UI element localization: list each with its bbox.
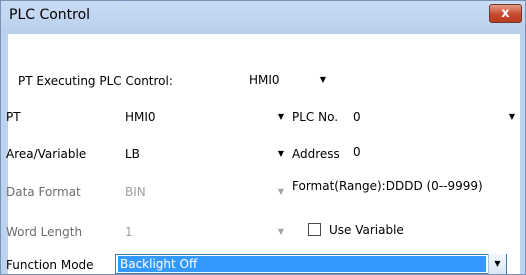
pt-combo[interactable]: HMI0 ▼	[117, 107, 289, 127]
close-button[interactable]: x	[489, 4, 522, 23]
pt-executing-label: PT Executing PLC Control:	[18, 74, 173, 88]
use-variable-checkbox[interactable]	[308, 223, 321, 236]
pt-label: PT	[6, 110, 21, 124]
data-format-value: BIN	[125, 185, 146, 199]
word-length-combo: 1 ▼	[117, 222, 289, 242]
chevron-down-icon: ▼	[277, 187, 285, 196]
pt-executing-combo[interactable]: HMI0 ▼	[245, 70, 335, 90]
data-format-label: Data Format	[6, 185, 81, 199]
chevron-down-icon: ▼	[277, 112, 285, 121]
dialog-title: PLC Control	[9, 7, 91, 23]
data-format-combo: BIN ▼	[117, 182, 289, 202]
chevron-down-icon: ▼	[277, 227, 285, 236]
chevron-down-icon: ▼	[277, 149, 285, 158]
area-variable-value: LB	[125, 147, 140, 161]
function-mode-combo[interactable]: Backlight Off ▼	[115, 254, 507, 274]
area-variable-combo[interactable]: LB ▼	[117, 144, 289, 164]
plc-control-dialog: PLC Control x PT Executing PLC Control: …	[0, 0, 526, 275]
address-label: Address	[292, 147, 340, 161]
pt-value: HMI0	[125, 110, 156, 124]
plc-no-label: PLC No.	[292, 110, 339, 124]
word-length-label: Word Length	[6, 225, 83, 239]
plc-no-value: 0	[353, 110, 361, 124]
pt-executing-value: HMI0	[249, 73, 280, 87]
chevron-down-icon: ▼	[508, 112, 516, 121]
format-range-text: Format(Range):DDDD (0--9999)	[292, 179, 483, 193]
close-icon: x	[501, 6, 510, 21]
address-value: 0	[353, 145, 361, 159]
chevron-down-icon: ▼	[488, 254, 506, 274]
title-bar[interactable]: PLC Control x	[1, 1, 525, 34]
word-length-value: 1	[125, 225, 133, 239]
plc-no-combo[interactable]: 0 ▼	[349, 107, 520, 127]
address-input[interactable]: 0	[349, 142, 520, 162]
function-mode-label: Function Mode	[6, 258, 94, 272]
use-variable-label: Use Variable	[329, 223, 404, 237]
dialog-body: PT Executing PLC Control: HMI0 ▼ PT HMI0…	[6, 34, 520, 274]
function-mode-value: Backlight Off	[118, 256, 486, 272]
chevron-down-icon: ▼	[319, 75, 327, 84]
area-variable-label: Area/Variable	[6, 147, 87, 161]
